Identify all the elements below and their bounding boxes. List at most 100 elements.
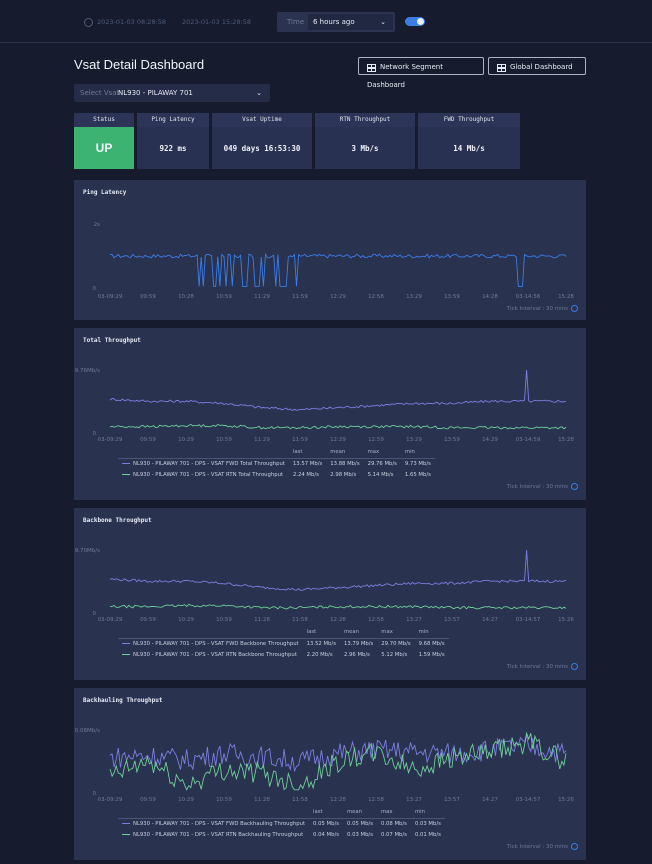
ping-latency-chart[interactable]: 2s 003-09:29 09:59 10:28 10:59 11:29 11:59 12:2… [74,180,586,320]
x-tick-label: 09:59 [140,294,156,300]
stat-vsat-uptime: Vsat Uptime 049 days 16:53:30 [212,113,312,169]
x-tick-label: 12:59 [368,437,384,443]
series-swatch [122,642,130,645]
x-tick-label: 15:26 [558,797,574,803]
chevron-down-icon: ⌄ [256,89,262,97]
time-range-end[interactable]: 2023-01-03 15:28:58 [182,12,251,32]
legend-header: last [309,807,344,819]
y-axis-max-label: 29.76Mb/s [74,368,100,374]
legend-header: min [414,627,449,639]
x-tick-label: 13:57 [444,797,460,803]
legend-last: 0.04 Mb/s [313,832,340,838]
legend-table: last mean max min NL930 - PILAWAY 701 - DPS … [118,627,449,661]
legend-last: 13.57 Mb/s [292,461,323,467]
x-tick-label: 10:28 [178,294,194,300]
legend-max: 5.14 Mb/s [367,472,394,478]
x-tick-label: 13:57 [444,617,460,623]
x-tick-label: 12:29 [330,294,346,300]
tick-interval: Tick Interval : 30 mins [507,305,578,312]
y-axis-min-label: 0 [93,431,97,437]
ping-latency-panel: Ping Latency 2s 0 03-09:29 09:59 10:28 10:59 1… [74,180,586,320]
x-tick-label: 12:58 [368,294,384,300]
legend-header: mean [339,627,378,639]
legend-min: 0.03 Mb/s [414,821,441,827]
backhauling-throughput-panel: Backhauling Throughput 0.08Mb/s 0 03-09:29… [74,688,586,860]
x-tick-label: 13:59 [444,437,460,443]
x-tick-label: 09:59 [140,617,156,623]
series-name: NL930 - PILAWAY 701 - DPS - VSAT RTN Bac… [133,652,297,658]
tick-interval: Tick Interval : 30 mins [507,483,578,490]
legend-mean: 2.96 Mb/s [343,652,370,658]
vsat-select-value[interactable]: NL930 - PILAWAY 701 [118,84,193,102]
x-tick-label: 09:59 [140,437,156,443]
x-tick-label: 11:58 [292,797,308,803]
legend-header: mean [343,807,377,819]
series-line [109,549,567,591]
x-tick-label: 10:59 [216,437,232,443]
legend-table: last mean max min NL930 - PILAWAY 701 - DPS … [118,447,435,481]
stat-ping-latency: Ping Latency 922 ms [137,113,209,169]
x-tick-label: 13:29 [406,294,422,300]
stat-fwd-throughput: FWD Throughput 14 Mb/s [418,113,520,169]
x-tick-label: 03-09:29 [98,797,123,803]
x-tick-label: 11:59 [292,437,308,443]
x-tick-label: 10:59 [216,617,232,623]
x-tick-label: 12:58 [368,617,384,623]
x-tick-label: 12:29 [330,437,346,443]
legend-mean: 13.79 Mb/s [343,641,374,647]
x-tick-label: 03-14:56 [516,294,541,300]
tick-interval: Tick Interval : 30 mins [507,663,578,670]
legend-max: 29.70 Mb/s [381,641,411,647]
legend-row[interactable]: NL930 - PILAWAY 701 - DPS - VSAT FWD Tot… [118,459,435,471]
legend-row[interactable]: NL930 - PILAWAY 701 - DPS - VSAT RTN Bac… [118,650,449,661]
legend-row[interactable]: NL930 - PILAWAY 701 - DPS - VSAT FWD Bac… [118,639,449,651]
legend-row[interactable]: NL930 - PILAWAY 701 - DPS - VSAT RTN Bac… [118,830,445,841]
legend-max: 0.08 Mb/s [380,821,407,827]
x-tick-label: 10:59 [216,797,232,803]
legend-min: 9.68 Mb/s [418,641,445,647]
x-tick-label: 10:59 [216,294,232,300]
global-dashboard-button[interactable]: Global Dashboard [488,57,586,75]
legend-row[interactable]: NL930 - PILAWAY 701 - DPS - VSAT FWD Bac… [118,819,445,831]
legend-table: last mean max min NL930 - PILAWAY 701 - DPS … [118,807,445,841]
toggle-knob [417,18,424,25]
legend-header: last [288,447,327,459]
legend-min: 9.73 Mb/s [404,461,431,467]
time-range-start[interactable]: 2023-01-03 08:28:58 [84,12,166,32]
series-line [109,423,567,430]
series-name: NL930 - PILAWAY 701 - DPS - VSAT RTN Tot… [133,472,284,478]
total-throughput-panel: Total Throughput 29.76Mb/s 0 03-09:29 09:59… [74,328,586,500]
x-tick-label: 11:29 [254,437,270,443]
x-tick-label: 11:58 [292,617,308,623]
network-segment-dashboard-button[interactable]: Network Segment Dashboard [358,57,484,89]
x-tick-label: 03-09:29 [98,294,123,300]
y-axis-min-label: 0 [93,611,97,617]
x-tick-label: 15:26 [558,617,574,623]
clock-icon [84,17,93,27]
backbone-throughput-panel: Backbone Throughput 29.70Mb/s 0 03-09:29 09… [74,508,586,680]
legend-mean: 13.88 Mb/s [330,461,360,467]
x-tick-label: 09:59 [140,797,156,803]
info-icon[interactable] [571,483,578,490]
x-tick-label: 03-14:59 [516,437,541,443]
x-tick-label: 03-09:29 [98,617,123,623]
x-tick-label: 14:29 [482,437,498,443]
legend-max: 0.07 Mb/s [380,832,407,838]
auto-refresh-toggle[interactable] [405,17,425,26]
x-tick-label: 14:27 [482,797,498,803]
legend-row[interactable]: NL930 - PILAWAY 701 - DPS - VSAT RTN Tot… [118,470,435,481]
info-icon[interactable] [571,843,578,850]
x-tick-label: 10:29 [178,437,194,443]
legend-header: min [410,807,445,819]
legend-mean: 0.03 Mb/s [347,832,373,838]
x-tick-label: 03-14:57 [516,797,541,803]
x-tick-label: 11:28 [254,617,270,623]
time-picker[interactable]: Time 6 hours ago ⌄ [277,12,395,32]
info-icon[interactable] [571,663,578,670]
info-icon[interactable] [571,305,578,312]
legend-min: 1.59 Mb/s [418,652,445,658]
legend-max: 5.12 Mb/s [381,652,408,658]
status-badge: UP [74,127,134,169]
legend-last: 2.20 Mb/s [306,652,333,658]
vsat-select[interactable]: Select Vsat NL930 - PILAWAY 701 ⌄ [74,84,270,102]
